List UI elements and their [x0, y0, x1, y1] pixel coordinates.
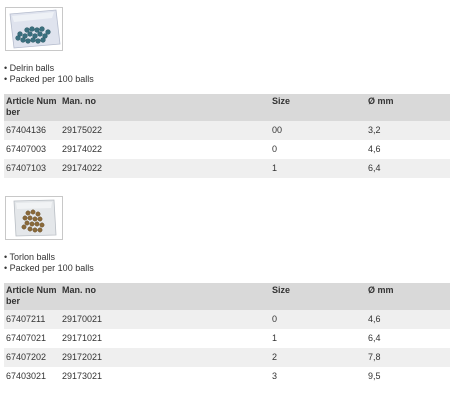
cell-man-no: 29174022: [60, 159, 270, 178]
table-row[interactable]: 67403021 29173021 3 9,5: [4, 367, 450, 386]
header-man-no: Man. no: [60, 283, 270, 310]
delrin-balls-image[interactable]: [5, 7, 63, 51]
cell-diameter: 4,6: [366, 310, 450, 329]
bullet-material: • Delrin balls: [4, 63, 55, 73]
header-size: Size: [270, 283, 366, 310]
cell-size: 0: [270, 310, 366, 329]
delrin-spec-table: Article Number Man. no Size Ø mm 6740413…: [4, 94, 450, 178]
cell-man-no: 29172021: [60, 348, 270, 367]
cell-man-no: 29173021: [60, 367, 270, 386]
cell-article-number: 67407021: [4, 329, 60, 348]
cell-man-no: 29171021: [60, 329, 270, 348]
cell-diameter: 3,2: [366, 121, 450, 140]
torlon-spec-table: Article Number Man. no Size Ø mm 6740721…: [4, 283, 450, 386]
table-row[interactable]: 67407021 29171021 1 6,4: [4, 329, 450, 348]
cell-diameter: 4,6: [366, 140, 450, 159]
cell-size: 2: [270, 348, 366, 367]
cell-article-number: 67404136: [4, 121, 60, 140]
cell-size: 1: [270, 329, 366, 348]
header-size: Size: [270, 94, 366, 121]
bullet-packing: • Packed per 100 balls: [4, 263, 94, 273]
torlon-balls-image[interactable]: [5, 196, 63, 240]
cell-diameter: 7,8: [366, 348, 450, 367]
cell-diameter: 6,4: [366, 329, 450, 348]
header-diameter: Ø mm: [366, 94, 450, 121]
table-header-row: Article Number Man. no Size Ø mm: [4, 283, 450, 310]
torlon-bullets: • Torlon balls • Packed per 100 balls: [4, 252, 94, 274]
cell-size: 3: [270, 367, 366, 386]
header-article-number: Article Number: [4, 283, 60, 310]
cell-man-no: 29170021: [60, 310, 270, 329]
cell-diameter: 9,5: [366, 367, 450, 386]
cell-man-no: 29174022: [60, 140, 270, 159]
cell-size: 0: [270, 140, 366, 159]
table-row[interactable]: 67407202 29172021 2 7,8: [4, 348, 450, 367]
header-man-no: Man. no: [60, 94, 270, 121]
cell-man-no: 29175022: [60, 121, 270, 140]
cell-diameter: 6,4: [366, 159, 450, 178]
header-diameter: Ø mm: [366, 283, 450, 310]
brown-balls-in-bag-icon: [13, 199, 57, 237]
cell-article-number: 67407211: [4, 310, 60, 329]
table-row[interactable]: 67407003 29174022 0 4,6: [4, 140, 450, 159]
table-row[interactable]: 67407211 29170021 0 4,6: [4, 310, 450, 329]
cell-article-number: 67403021: [4, 367, 60, 386]
cell-article-number: 67407202: [4, 348, 60, 367]
blue-balls-in-bag-icon: [9, 9, 61, 49]
bullet-packing: • Packed per 100 balls: [4, 74, 94, 84]
cell-article-number: 67407003: [4, 140, 60, 159]
header-article-number: Article Number: [4, 94, 60, 121]
bullet-material: • Torlon balls: [4, 252, 56, 262]
table-row[interactable]: 67404136 29175022 00 3,2: [4, 121, 450, 140]
cell-article-number: 67407103: [4, 159, 60, 178]
cell-size: 1: [270, 159, 366, 178]
table-header-row: Article Number Man. no Size Ø mm: [4, 94, 450, 121]
table-row[interactable]: 67407103 29174022 1 6,4: [4, 159, 450, 178]
delrin-bullets: • Delrin balls • Packed per 100 balls: [4, 63, 94, 85]
cell-size: 00: [270, 121, 366, 140]
